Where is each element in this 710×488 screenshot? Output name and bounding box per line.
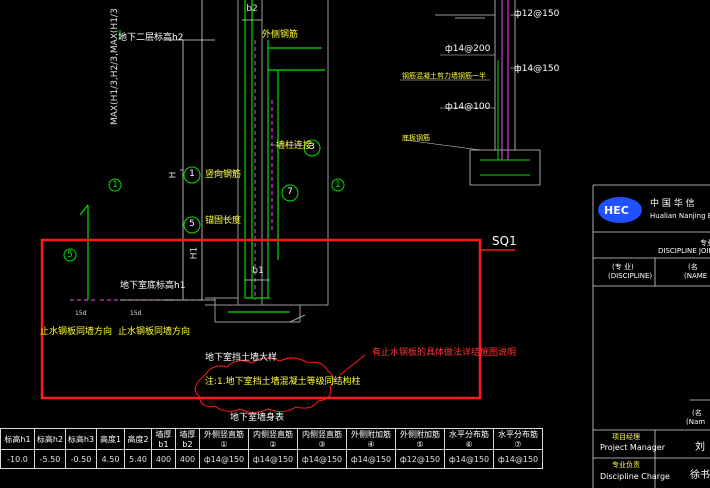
- schedule-cell: -5.50: [34, 449, 66, 469]
- schedule-header: 内侧竖直筋 ②: [248, 428, 298, 450]
- schedule-cell: ф14@150: [199, 449, 249, 469]
- tb-pm-value: 刘: [695, 442, 705, 453]
- schedule-header: 高度1: [96, 428, 125, 450]
- circle-num-5a: 5: [67, 250, 73, 260]
- cloud-leader: [339, 354, 366, 376]
- label-h1: H1: [189, 246, 200, 260]
- tb-company-en: Hualian Nanjing En: [650, 212, 710, 220]
- schedule-header: 标高h2: [34, 428, 66, 450]
- label-rebar-c: ф14@150: [514, 64, 560, 74]
- schedule-cell: 4.50: [96, 449, 125, 469]
- label-rebar-b: ф14@200: [445, 44, 491, 54]
- schedule-cell: 400: [175, 449, 200, 469]
- circle-num-5b: 5: [189, 219, 195, 229]
- schedule-header: 标高h3: [65, 428, 97, 450]
- schedule-cell: ф12@150: [395, 449, 445, 469]
- cad-drawing-canvas[interactable]: { "drawing": { "labels": { "b2": "b2", "…: [0, 0, 710, 488]
- label-anchor: 锚固长度: [205, 216, 242, 226]
- label-dim-15b: 15d: [130, 310, 142, 317]
- schedule-cell: -0.50: [65, 449, 97, 469]
- drawing-svg: [40, 0, 710, 488]
- callout-sq1: SQ1: [492, 234, 517, 248]
- schedule-header: 高度2: [124, 428, 152, 450]
- schedule-header: 墙厚 b1: [151, 428, 176, 450]
- circle-num-3: 3: [309, 142, 315, 152]
- schedule-cell: ф14@150: [248, 449, 298, 469]
- label-red-note: 有止水钢板的具体做法详结施图说明: [372, 348, 517, 358]
- label-b1: b1: [252, 266, 264, 276]
- schedule-header: 墙厚 b2: [175, 428, 200, 450]
- tb-discipline-en: DISCIPLINE JOIN: [658, 247, 710, 255]
- tb-disc-label-cn: (专 业): [612, 263, 634, 271]
- schedule-header: 标高h1: [0, 428, 35, 450]
- schedule-header: 外侧竖直筋 ①: [199, 428, 249, 450]
- tb-name-en: (Nam: [686, 418, 706, 426]
- wall-schedule-table: 标高h1 标高h2 标高h3 高度1 高度2 墙厚 b1 墙厚 b2 外侧竖直筋…: [0, 428, 543, 469]
- schedule-cell: ф14@150: [346, 449, 396, 469]
- waterproof-lines: [70, 40, 273, 301]
- label-footer: 地下室墙身表: [230, 413, 285, 423]
- schedule-header-row: 标高h1 标高h2 标高h3 高度1 高度2 墙厚 b1 墙厚 b2 外侧竖直筋…: [0, 428, 543, 450]
- schedule-cell: -10.0: [0, 449, 35, 469]
- schedule-header: 水平分布筋 ⑦: [493, 428, 543, 450]
- tb-name-cn: (名: [692, 409, 702, 417]
- tb-dc-value: 徐书: [690, 470, 710, 481]
- schedule-cell: 5.40: [124, 449, 152, 469]
- tb-pm-cn: 项目经理: [612, 433, 640, 441]
- plan-detail: [435, 0, 541, 186]
- plan-pink: [501, 0, 509, 160]
- schedule-cell: 400: [151, 449, 176, 469]
- plan-green: [480, 60, 530, 176]
- label-rebar-d: ф14@100: [445, 102, 491, 112]
- label-outer-rebar: 外侧钢筋: [262, 30, 299, 40]
- schedule-row: -10.0 -5.50 -0.50 4.50 5.40 400 400 ф14@…: [0, 449, 543, 469]
- label-vertical-rebar: 竖向钢筋: [205, 170, 242, 180]
- tb-name-label-cn: (名: [688, 263, 698, 271]
- circle-num-1a: 1: [112, 180, 118, 190]
- label-pour-joint: 墙柱连接: [276, 141, 313, 151]
- label-note: 注:1.地下室挡土墙混凝土等级同结构柱: [205, 377, 361, 387]
- schedule-cell: ф14@150: [297, 449, 347, 469]
- label-wall-name: 地下室挡土墙大样: [205, 353, 278, 363]
- tb-pm-en: Project Manager: [600, 443, 665, 452]
- label-b2: b2: [246, 4, 258, 14]
- label-second-floor: 地下二层标高h2: [118, 33, 184, 43]
- max-formula-text: MAX(H1/3,H2/3,MAX(H1/3: [110, 8, 120, 125]
- label-h: H: [168, 171, 179, 179]
- label-first-floor: 地下室底标高h1: [120, 281, 186, 291]
- schedule-header: 水平分布筋 ⑥: [444, 428, 494, 450]
- tb-logo: HEC: [604, 204, 629, 217]
- tb-dc-cn: 专业负责: [612, 461, 640, 469]
- label-water-stop-1: 止水钢板同墙方向: [40, 327, 113, 337]
- tb-disc-label-en: (DISCIPLINE): [608, 272, 653, 280]
- tb-dc-en: Discipline Charge: [600, 472, 670, 481]
- label-plan: 钢筋混凝土剪力墙钢筋一半: [402, 72, 486, 80]
- label-water-stop-2: 止水钢板同墙方向: [118, 327, 191, 337]
- label-dim-15a: 15d: [75, 310, 87, 317]
- circle-num-1c: 1: [189, 169, 195, 179]
- circle-num-7: 7: [287, 187, 293, 197]
- label-rebar-a: ф12@150: [514, 9, 560, 19]
- label-slab: 底板钢筋: [402, 134, 430, 142]
- tb-company-cn: 中 国 华 信: [650, 199, 695, 209]
- schedule-header: 外侧附加筋 ④: [346, 428, 396, 450]
- schedule-cell: ф14@150: [493, 449, 543, 469]
- schedule-cell: ф14@150: [444, 449, 494, 469]
- circle-num-1b: 1: [335, 180, 341, 190]
- schedule-header: 外侧附加筋 ⑤: [395, 428, 445, 450]
- schedule-header: 内侧竖直筋 ③: [297, 428, 347, 450]
- callout-circles: [63, 139, 345, 262]
- tb-name-label-en: (NAME: [684, 272, 708, 280]
